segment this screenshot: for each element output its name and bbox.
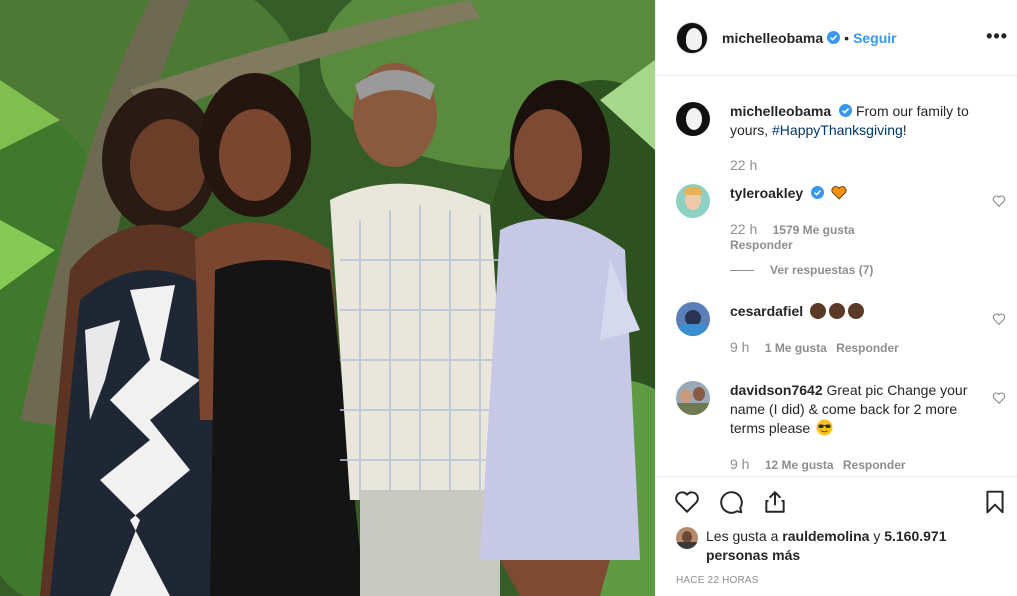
likes-summary: Les gusta a rauldemolina y 5.160.971 per… bbox=[676, 527, 1006, 565]
bookmark-icon[interactable] bbox=[982, 489, 1008, 515]
post-photo[interactable] bbox=[0, 0, 655, 596]
caption-time: 22 h bbox=[730, 157, 758, 173]
reply-button[interactable]: Responder bbox=[730, 238, 793, 252]
post-timestamp: Hace 22 horas bbox=[676, 575, 759, 586]
author-username[interactable]: michelleobama bbox=[722, 30, 823, 46]
follow-button[interactable]: Seguir bbox=[853, 30, 897, 46]
commenter-avatar[interactable] bbox=[676, 184, 710, 218]
comment-username[interactable]: cesardafiel bbox=[730, 303, 803, 319]
caption-author-avatar[interactable] bbox=[676, 102, 710, 136]
reply-button[interactable]: Responder bbox=[843, 458, 906, 472]
reply-button[interactable]: Responder bbox=[836, 341, 899, 355]
commenter-avatar[interactable] bbox=[676, 302, 710, 336]
comment-time: 9 h bbox=[730, 339, 750, 355]
author-avatar[interactable] bbox=[676, 21, 708, 54]
view-replies-label[interactable]: Ver respuestas (7) bbox=[770, 263, 873, 277]
post-header: michelleobama • Seguir ••• bbox=[656, 0, 1017, 76]
like-comment-heart-icon[interactable] bbox=[992, 312, 1006, 326]
likes-conj: y bbox=[873, 528, 881, 544]
clapping-hands-emoji bbox=[807, 303, 865, 319]
orange-heart-emoji bbox=[831, 186, 847, 200]
comment-likes[interactable]: 1579 Me gusta bbox=[773, 223, 855, 237]
verified-badge-icon bbox=[839, 104, 853, 117]
post-side-panel: michelleobama • Seguir ••• michelleobama… bbox=[655, 0, 1017, 596]
like-comment-heart-icon[interactable] bbox=[992, 194, 1006, 208]
liker-avatar[interactable] bbox=[676, 527, 698, 549]
comment-likes[interactable]: 1 Me gusta bbox=[765, 341, 827, 355]
caption-username[interactable]: michelleobama bbox=[730, 103, 831, 119]
comment-likes[interactable]: 12 Me gusta bbox=[765, 458, 834, 472]
comments-list[interactable]: michelleobama From our family to yours, … bbox=[656, 77, 1017, 475]
caption-end: ! bbox=[902, 122, 907, 138]
share-icon[interactable] bbox=[762, 489, 788, 515]
like-comment-heart-icon[interactable] bbox=[992, 391, 1006, 405]
comment-time: 9 h bbox=[730, 456, 750, 472]
comment-time: 22 h bbox=[730, 221, 758, 237]
likes-prefix: Les gusta a bbox=[706, 528, 779, 544]
sunglasses-emoji bbox=[816, 419, 833, 436]
header-separator: • bbox=[844, 29, 850, 46]
comment-username[interactable]: tyleroakley bbox=[730, 185, 803, 201]
liker-username[interactable]: rauldemolina bbox=[782, 528, 869, 544]
commenter-avatar[interactable] bbox=[676, 381, 710, 415]
more-options-icon[interactable]: ••• bbox=[986, 26, 1008, 47]
comment-icon[interactable] bbox=[718, 489, 744, 515]
post-actions: Les gusta a rauldemolina y 5.160.971 per… bbox=[656, 476, 1017, 596]
heart-icon[interactable] bbox=[674, 489, 700, 515]
comment-username[interactable]: davidson7642 bbox=[730, 382, 823, 398]
caption-hashtag[interactable]: #HappyThanksgiving bbox=[772, 122, 903, 138]
family-photo-illustration bbox=[0, 0, 655, 596]
verified-badge-icon bbox=[827, 31, 841, 44]
verified-badge-icon bbox=[811, 186, 825, 199]
view-replies[interactable]: Ver respuestas (7) bbox=[730, 263, 873, 277]
